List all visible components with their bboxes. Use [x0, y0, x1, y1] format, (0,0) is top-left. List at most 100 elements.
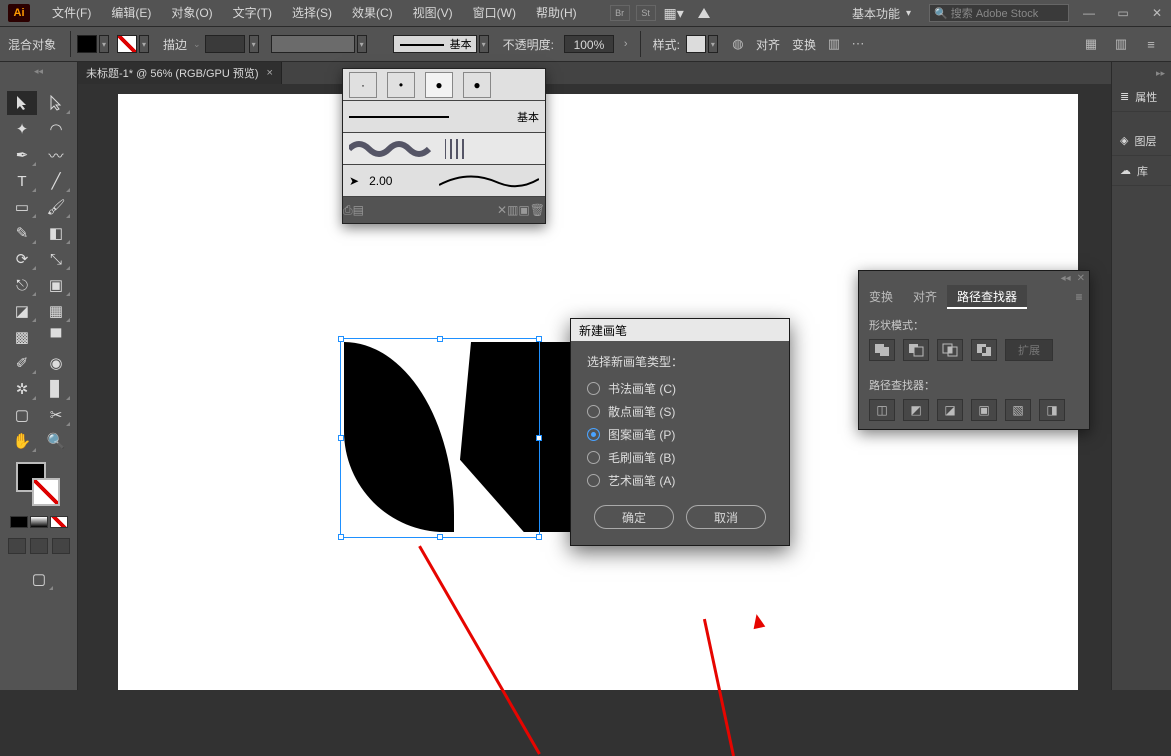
- menu-file[interactable]: 文件(F): [42, 0, 101, 26]
- menu-type[interactable]: 文字(T): [223, 0, 282, 26]
- stroke-color-dropdown[interactable]: ▾: [139, 35, 149, 53]
- brush-lib-menu-icon[interactable]: ▤: [353, 203, 364, 217]
- tools-icon[interactable]: ⋯: [849, 35, 867, 53]
- resize-handle[interactable]: [338, 534, 344, 540]
- brush-definition[interactable]: 基本: [393, 35, 477, 53]
- recolor-artwork-icon[interactable]: ◍: [729, 35, 747, 53]
- remove-stroke-icon[interactable]: ✕: [497, 203, 507, 217]
- drawing-mode-normal[interactable]: [8, 538, 26, 554]
- close-tab-icon[interactable]: ×: [267, 67, 273, 79]
- graphic-style-dropdown[interactable]: ▾: [708, 35, 718, 53]
- curvature-tool[interactable]: 〰: [41, 143, 71, 167]
- pf-merge-icon[interactable]: ◪: [937, 399, 963, 421]
- stock-icon[interactable]: St: [636, 5, 656, 21]
- stroke-width-input[interactable]: [205, 35, 245, 53]
- isolate-icon[interactable]: ▥: [825, 35, 843, 53]
- slice-tool[interactable]: ✂: [41, 403, 71, 427]
- brush-thumb[interactable]: ●: [425, 72, 453, 98]
- blend-tool[interactable]: ◉: [41, 351, 71, 375]
- arrange-documents-icon[interactable]: ▦▾: [662, 3, 686, 23]
- radio-scatter[interactable]: 散点画笔 (S): [587, 403, 773, 420]
- libraries-panel-tab[interactable]: ☁库: [1112, 156, 1171, 186]
- menu-help[interactable]: 帮助(H): [526, 0, 587, 26]
- pf-crop-icon[interactable]: ▣: [971, 399, 997, 421]
- paintbrush-tool[interactable]: 🖌: [41, 195, 71, 219]
- radio-input[interactable]: [587, 428, 600, 441]
- menu-view[interactable]: 视图(V): [403, 0, 463, 26]
- workspace-switcher[interactable]: 基本功能▾: [844, 5, 919, 22]
- radio-input[interactable]: [587, 382, 600, 395]
- brush-dropdown[interactable]: ▾: [479, 35, 489, 53]
- resize-handle[interactable]: [536, 435, 542, 441]
- pf-expand-button[interactable]: 扩展: [1005, 339, 1053, 361]
- fill-color-dropdown[interactable]: ▾: [99, 35, 109, 53]
- pf-divide-icon[interactable]: ◫: [869, 399, 895, 421]
- panel-collapse-icon[interactable]: ◂◂: [1061, 273, 1071, 284]
- tab-align[interactable]: 对齐: [903, 285, 947, 309]
- fill-stroke-control[interactable]: [16, 462, 62, 508]
- dialog-titlebar[interactable]: 新建画笔: [571, 319, 789, 341]
- brush-calligraphic-row[interactable]: · • ● ●: [343, 69, 545, 101]
- window-minimize-button[interactable]: ―: [1075, 4, 1103, 22]
- radio-bristle[interactable]: 毛刷画笔 (B): [587, 449, 773, 466]
- radio-art[interactable]: 艺术画笔 (A): [587, 472, 773, 489]
- window-restore-button[interactable]: ▭: [1109, 4, 1137, 22]
- radio-input[interactable]: [587, 451, 600, 464]
- line-segment-tool[interactable]: ╱: [41, 169, 71, 193]
- fill-color-swatch[interactable]: [77, 35, 97, 53]
- eraser-tool[interactable]: ◧: [41, 221, 71, 245]
- menu-select[interactable]: 选择(S): [282, 0, 342, 26]
- stroke-swatch[interactable]: [32, 478, 60, 506]
- zoom-tool[interactable]: 🔍: [41, 429, 71, 453]
- selection-bounding-box[interactable]: [340, 338, 540, 538]
- resize-handle[interactable]: [536, 336, 542, 342]
- tab-transform[interactable]: 变换: [859, 285, 903, 309]
- color-mode-gradient[interactable]: [30, 516, 48, 528]
- collapse-tools-icon[interactable]: ◂◂: [0, 66, 77, 80]
- search-stock-input[interactable]: 🔍 搜索 Adobe Stock: [929, 4, 1069, 22]
- brush-thumb[interactable]: •: [387, 72, 415, 98]
- align-link[interactable]: 对齐: [750, 36, 786, 53]
- brush-pt-row[interactable]: ➤ 2.00: [343, 165, 545, 197]
- width-tool[interactable]: ⎋: [7, 273, 37, 297]
- panel-close-icon[interactable]: ✕: [1077, 273, 1085, 284]
- lasso-tool[interactable]: ◠: [41, 117, 71, 141]
- essentials-icon[interactable]: ▦: [1082, 35, 1100, 53]
- magic-wand-tool[interactable]: ✦: [7, 117, 37, 141]
- menu-effect[interactable]: 效果(C): [342, 0, 403, 26]
- menu-edit[interactable]: 编辑(E): [101, 0, 161, 26]
- properties-panel-tab[interactable]: ≣属性: [1112, 82, 1171, 112]
- eyedropper-tool[interactable]: ✐: [7, 351, 37, 375]
- pf-trim-icon[interactable]: ◩: [903, 399, 929, 421]
- graphic-style-swatch[interactable]: [686, 35, 706, 53]
- shape-builder-tool[interactable]: ◪: [7, 299, 37, 323]
- ok-button[interactable]: 确定: [594, 505, 674, 529]
- brush-basic-row[interactable]: 基本: [343, 101, 545, 133]
- symbol-sprayer-tool[interactable]: ✲: [7, 377, 37, 401]
- menu-object[interactable]: 对象(O): [161, 0, 222, 26]
- stroke-label[interactable]: 描边: [157, 36, 193, 53]
- pf-outline-icon[interactable]: ▧: [1005, 399, 1031, 421]
- snap-icon[interactable]: ▥: [1112, 35, 1130, 53]
- opacity-expand-icon[interactable]: ›: [618, 38, 634, 50]
- column-graph-tool[interactable]: ▊: [41, 377, 71, 401]
- rotate-tool[interactable]: ⟳: [7, 247, 37, 271]
- layers-panel-tab[interactable]: ◈图层: [1112, 126, 1171, 156]
- menu-window[interactable]: 窗口(W): [463, 0, 526, 26]
- radio-input[interactable]: [587, 405, 600, 418]
- resize-handle[interactable]: [338, 336, 344, 342]
- mesh-tool[interactable]: ▩: [7, 325, 37, 349]
- drawing-mode-inside[interactable]: [52, 538, 70, 554]
- variable-width-profile[interactable]: [271, 35, 355, 53]
- artboard-tool[interactable]: ▢: [7, 403, 37, 427]
- color-mode-none[interactable]: [50, 516, 68, 528]
- bridge-icon[interactable]: Br: [610, 5, 630, 21]
- radio-input[interactable]: [587, 474, 600, 487]
- radio-pattern[interactable]: 图案画笔 (P): [587, 426, 773, 443]
- pf-minus-back-icon[interactable]: ◨: [1039, 399, 1065, 421]
- cancel-button[interactable]: 取消: [686, 505, 766, 529]
- stroke-options-icon[interactable]: ▥: [507, 203, 518, 217]
- new-brush-icon[interactable]: ▣: [518, 203, 529, 217]
- resize-handle[interactable]: [338, 435, 344, 441]
- gradient-tool[interactable]: ▀: [41, 325, 71, 349]
